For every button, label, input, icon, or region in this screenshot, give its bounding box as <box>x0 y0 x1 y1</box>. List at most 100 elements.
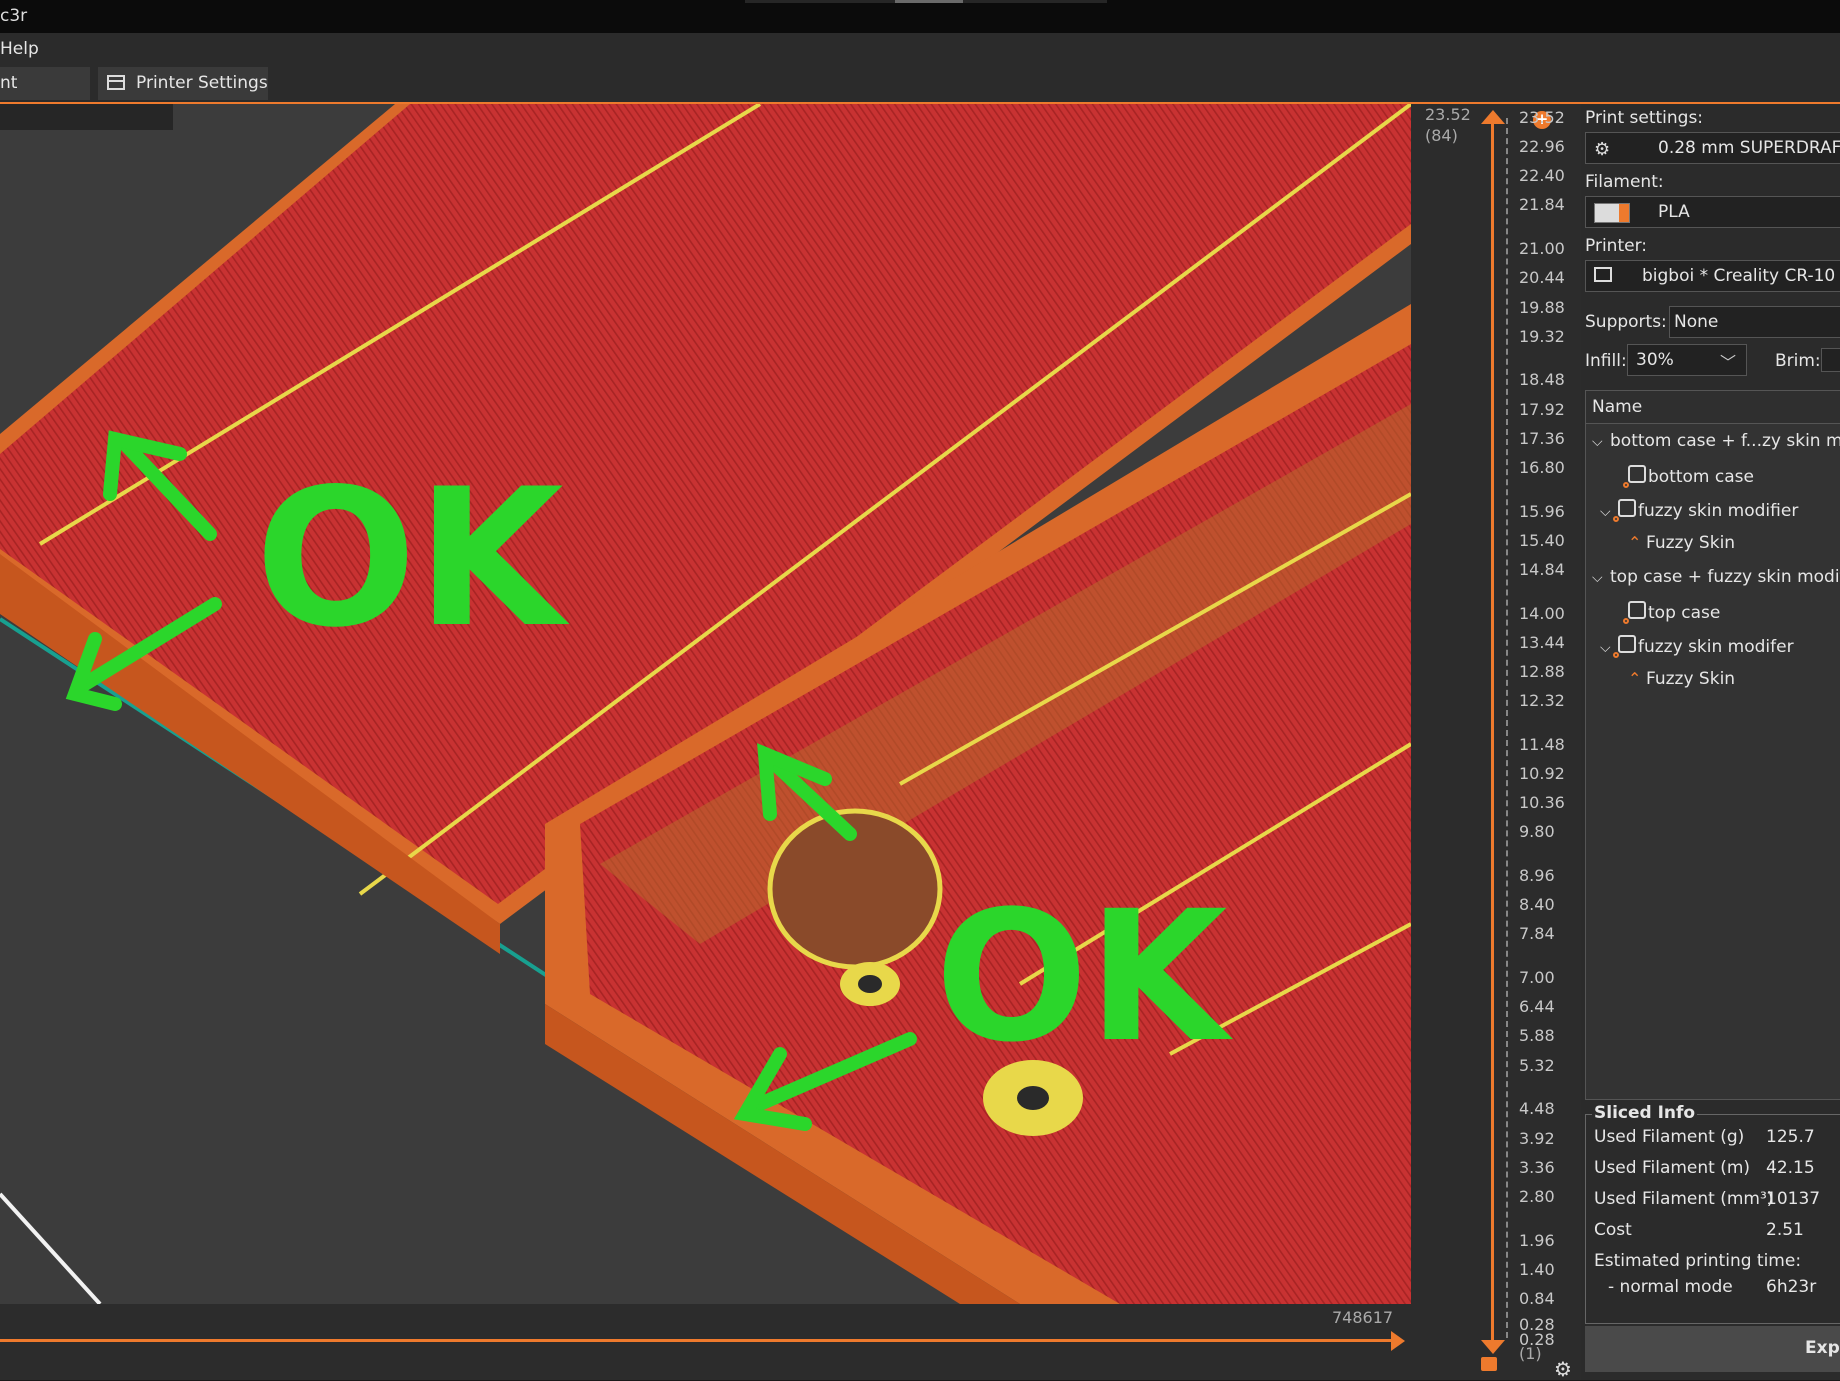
export-button-label: Expo <box>1805 1338 1840 1358</box>
layer-tick-label: 1.40 <box>1519 1259 1555 1279</box>
list-item-group[interactable]: ⌵ bottom case + f...zy skin moc <box>1592 431 1840 451</box>
lock-icon[interactable] <box>1481 1357 1497 1371</box>
column-name: Name <box>1592 397 1643 417</box>
screw-hole-1-center <box>858 975 882 993</box>
title-bar: c3r <box>0 0 1840 33</box>
object-list-header: Name <box>1586 391 1840 424</box>
supports-value: None <box>1674 312 1719 332</box>
layer-tick-label: 17.92 <box>1519 399 1565 419</box>
3d-preview-viewport[interactable]: OK OK <box>0 104 1411 1304</box>
layer-tick-label: 5.32 <box>1519 1055 1555 1075</box>
chevron-down-icon[interactable]: ⌵ <box>1592 570 1610 586</box>
layer-tick-label: 15.96 <box>1519 501 1565 521</box>
print-settings-label: Print settings: <box>1585 108 1704 128</box>
layer-tick-label: 1.96 <box>1519 1230 1555 1250</box>
list-item-label: fuzzy skin modifier <box>1638 501 1799 521</box>
layer-slider-max-layer: (84) <box>1425 126 1458 145</box>
layer-tick-label: 8.96 <box>1519 866 1555 886</box>
gcode-preview-render: OK OK <box>0 104 1411 1304</box>
menu-help[interactable]: Help <box>0 39 39 59</box>
info-value: 2.51 <box>1766 1220 1804 1240</box>
part-icon <box>1623 601 1646 624</box>
print-settings-combo[interactable]: ⚙ 0.28 mm SUPERDRAFT <box>1585 132 1840 164</box>
layer-tick-label: 23.52 <box>1519 108 1565 127</box>
list-item-label: Fuzzy Skin <box>1646 669 1736 689</box>
layer-tick-label: 6.44 <box>1519 997 1555 1017</box>
info-value: 42.15 <box>1766 1158 1815 1178</box>
toolbar-strip <box>0 104 173 130</box>
printer-combo[interactable]: bigboi * Creality CR-10 0 <box>1585 260 1840 292</box>
filament-value: PLA <box>1658 202 1690 222</box>
layer-slider-track[interactable] <box>1491 118 1494 1346</box>
printer-icon <box>1594 267 1612 282</box>
filament-combo[interactable]: PLA <box>1585 196 1840 228</box>
list-item-modifier[interactable]: ⌵ fuzzy skin modifer <box>1600 635 1794 658</box>
fuzzy-skin-icon: ⌃ <box>1628 669 1642 688</box>
layer-tick-label: 3.36 <box>1519 1157 1555 1177</box>
layer-tick-label: 15.40 <box>1519 530 1565 550</box>
list-item-group[interactable]: ⌵ top case + fuzzy skin modifie <box>1592 567 1840 587</box>
screw-hole-2-center <box>1017 1086 1049 1110</box>
layer-tick-label: 0.84 <box>1519 1288 1555 1308</box>
info-key: Cost <box>1594 1220 1632 1240</box>
layer-tick-label: 7.84 <box>1519 924 1555 944</box>
list-item-label: bottom case + f...zy skin moc <box>1610 431 1840 451</box>
layer-tick-label: 22.96 <box>1519 137 1565 157</box>
list-item-part[interactable]: top case <box>1623 601 1720 624</box>
layer-slider-max: 23.52 (84) <box>1425 104 1471 146</box>
layer-tick-label: 21.84 <box>1519 195 1565 215</box>
layer-ticks-rail <box>1506 118 1508 1338</box>
list-item-label: top case + fuzzy skin modifie <box>1610 567 1840 587</box>
layer-tick-label: 18.48 <box>1519 370 1565 390</box>
window-title: c3r <box>0 6 28 26</box>
layer-tick-label: 12.32 <box>1519 691 1565 711</box>
list-item-setting[interactable]: ⌃ Fuzzy Skin <box>1628 533 1735 553</box>
title-bar-tab-active <box>895 0 963 3</box>
printer-icon <box>107 75 125 90</box>
part-icon <box>1623 465 1646 488</box>
print-settings-value: 0.28 mm SUPERDRAFT <box>1658 138 1840 158</box>
layer-tick-label: 19.32 <box>1519 326 1565 346</box>
info-key: Estimated printing time: <box>1594 1251 1802 1271</box>
sliced-info-title: Sliced Info <box>1592 1103 1698 1123</box>
layer-slider-lower-thumb[interactable] <box>1481 1340 1505 1354</box>
info-value: 10137 <box>1766 1189 1821 1209</box>
layer-tick-label: 19.88 <box>1519 297 1565 317</box>
tab-printer-settings[interactable]: Printer Settings <box>98 67 268 100</box>
info-key: - normal mode <box>1608 1277 1733 1297</box>
layer-tick-label: 7.00 <box>1519 968 1555 988</box>
object-list[interactable]: Name ⌵ bottom case + f...zy skin moc bott… <box>1585 390 1840 1100</box>
modifier-icon <box>1613 635 1636 658</box>
list-item-label: bottom case <box>1648 467 1754 487</box>
printer-label: Printer: <box>1585 236 1647 256</box>
layer-slider-min-layer: (1) <box>1519 1344 1542 1363</box>
supports-select[interactable]: None <box>1669 306 1840 338</box>
horizontal-slider-track[interactable] <box>0 1339 1393 1342</box>
list-item-part[interactable]: bottom case <box>1623 465 1754 488</box>
layer-slider-max-height: 23.52 <box>1425 105 1471 124</box>
layer-tick-label: 14.84 <box>1519 559 1565 579</box>
list-item-setting[interactable]: ⌃ Fuzzy Skin <box>1628 669 1735 689</box>
chevron-down-icon: ﹀ <box>1719 353 1736 372</box>
export-gcode-button[interactable]: Expo <box>1585 1326 1840 1372</box>
fuzzy-skin-icon: ⌃ <box>1628 533 1642 552</box>
infill-label: Infill: <box>1585 351 1627 371</box>
list-item-modifier[interactable]: ⌵ fuzzy skin modifier <box>1600 499 1799 522</box>
modifier-icon <box>1613 499 1636 522</box>
brim-checkbox[interactable] <box>1821 348 1840 372</box>
chevron-down-icon[interactable]: ⌵ <box>1592 434 1610 450</box>
filament-label: Filament: <box>1585 172 1664 192</box>
layer-slider-column: 23.52 (84) + 23.52 22.96 22.40 21.84 21.00 20… <box>1411 104 1581 1381</box>
horizontal-move-slider[interactable]: 748617 <box>0 1304 1411 1380</box>
layer-tick-label: 10.36 <box>1519 793 1565 813</box>
horizontal-slider-thumb[interactable] <box>1391 1331 1405 1351</box>
infill-select[interactable]: 30% ﹀ <box>1627 344 1747 376</box>
tab-filament-settings[interactable]: nt Settings <box>0 67 90 126</box>
gear-icon[interactable]: ⚙ <box>1554 1357 1572 1381</box>
supports-label: Supports: <box>1585 312 1667 332</box>
layer-tick-label: 13.44 <box>1519 632 1565 652</box>
layer-slider-upper-thumb[interactable] <box>1481 110 1505 124</box>
right-sidebar: Print settings: ⚙ 0.28 mm SUPERDRAFT Fil… <box>1581 104 1840 1380</box>
layer-tick-label: 22.40 <box>1519 166 1565 186</box>
cog-icon: ⚙ <box>1594 139 1611 160</box>
